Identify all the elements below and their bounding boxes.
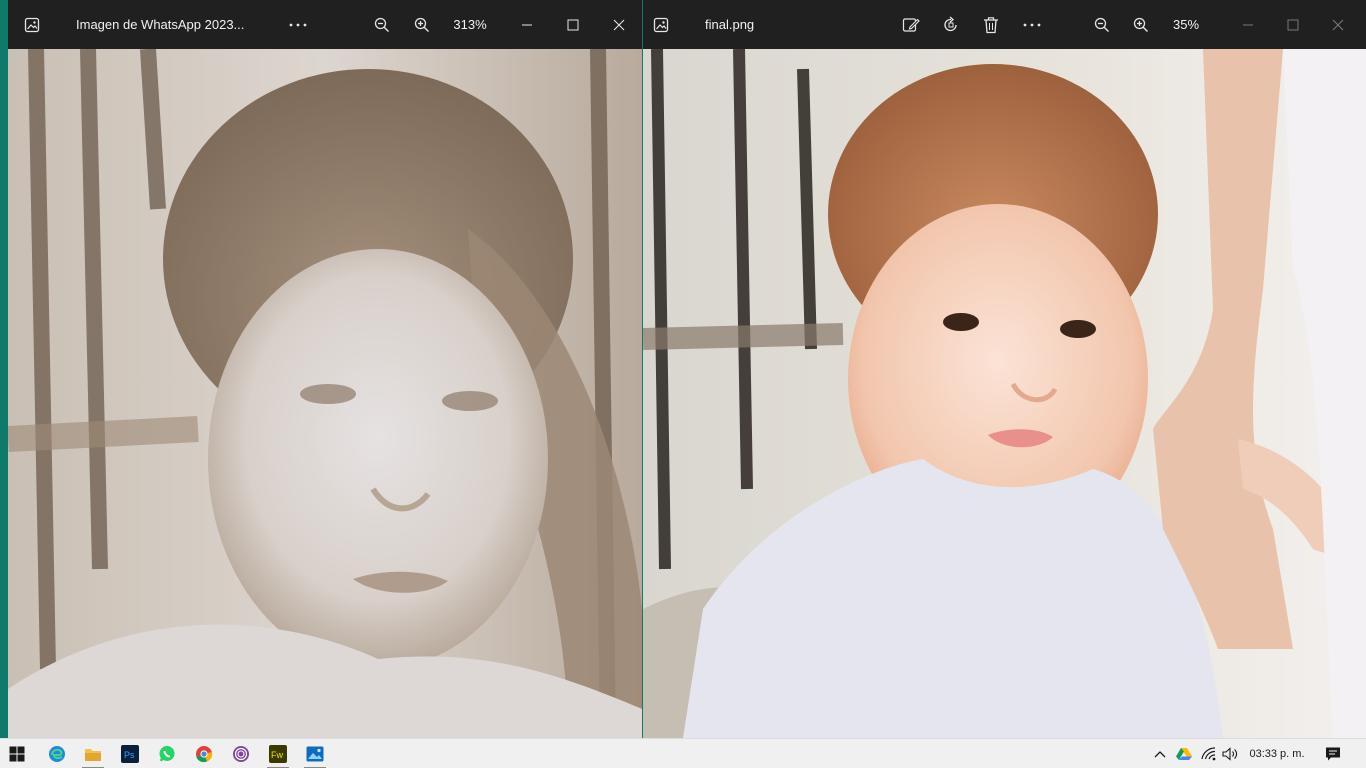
maximize-icon[interactable] [1278,0,1308,49]
zoom-level[interactable]: 313% [448,0,492,49]
photos-window-left: Imagen de WhatsApp 2023... 313% [8,0,642,738]
image-viewport[interactable] [643,49,1366,738]
more-icon[interactable] [284,0,312,49]
system-clock[interactable]: 03:33 p. m. [1244,739,1310,768]
edge-icon[interactable] [40,739,74,768]
zoom-out-icon[interactable] [1088,0,1116,49]
photos-icon[interactable] [298,739,332,768]
restored-color-portrait-image [643,49,1366,738]
show-hidden-icons-chevron[interactable] [1150,739,1170,768]
close-icon[interactable] [604,0,634,49]
photos-window-right: final.png 35% [643,0,1366,738]
photoshop-icon[interactable]: Ps [113,739,147,768]
volume-icon[interactable] [1220,739,1242,768]
more-icon[interactable] [1018,0,1046,49]
fireworks-icon[interactable]: Fw [261,739,295,768]
sepia-portrait-image [8,49,642,738]
zoom-in-icon[interactable] [1127,0,1155,49]
rotate-icon[interactable] [937,0,965,49]
chrome-icon[interactable] [187,739,221,768]
image-viewport[interactable] [8,49,642,738]
windows-taskbar: Ps Fw 03:33 p. m. [0,738,1366,768]
windows-start-icon[interactable] [0,739,34,768]
google-drive-icon[interactable] [1173,739,1195,768]
wifi-icon[interactable] [1198,739,1220,768]
svg-text:Ps: Ps [124,750,135,760]
titlebar-right[interactable]: final.png 35% [643,0,1366,49]
window-title: final.png [705,17,755,32]
titlebar-left[interactable]: Imagen de WhatsApp 2023... 313% [8,0,642,49]
photos-app-icon [647,0,675,49]
file-explorer-icon[interactable] [76,739,110,768]
minimize-icon[interactable] [512,0,542,49]
delete-icon[interactable] [977,0,1005,49]
maximize-icon[interactable] [558,0,588,49]
whatsapp-icon[interactable] [150,739,184,768]
zoom-out-icon[interactable] [368,0,396,49]
tor-browser-icon[interactable] [224,739,258,768]
edit-image-icon[interactable] [897,0,925,49]
photos-app-icon [18,0,46,49]
notifications-icon[interactable] [1320,739,1346,768]
window-title: Imagen de WhatsApp 2023... [76,17,245,32]
minimize-icon[interactable] [1233,0,1263,49]
zoom-in-icon[interactable] [408,0,436,49]
svg-text:Fw: Fw [271,750,283,760]
close-icon[interactable] [1323,0,1353,49]
zoom-level[interactable]: 35% [1163,0,1209,49]
